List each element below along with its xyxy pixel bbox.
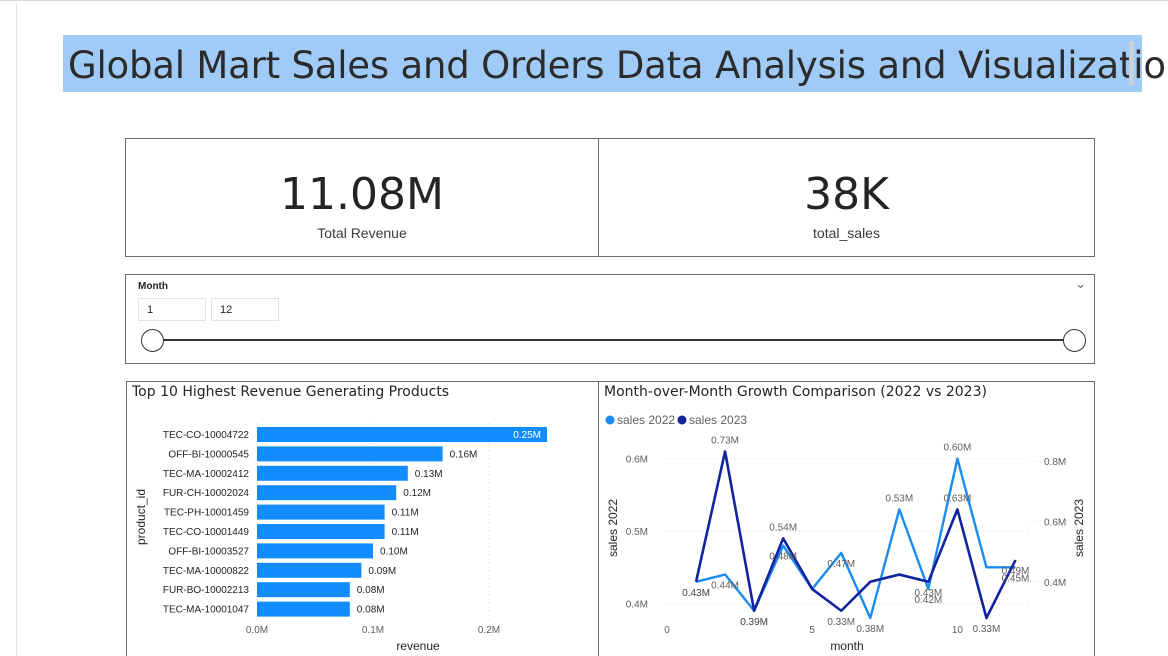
month-slicer[interactable]: Month ⌄ 1 12: [125, 274, 1095, 364]
bar: [257, 485, 397, 501]
data-label: 0.10M: [380, 546, 408, 557]
bar: [257, 562, 362, 578]
data-label: 0.60M: [944, 443, 972, 454]
chart-title: Top 10 Highest Revenue Generating Produc…: [132, 384, 450, 400]
chart-title: Month-over-Month Growth Comparison (2022…: [604, 384, 987, 400]
bar-chart-svg: 0.0M 0.1M 0.2M TEC-CO-10004722 0.25M OFF-BI-1…: [134, 423, 547, 653]
top-products-chart[interactable]: Top 10 Highest Revenue Generating Produc…: [126, 381, 599, 656]
bar: [257, 582, 350, 598]
legend-marker: [605, 415, 615, 425]
bar: [257, 427, 547, 442]
data-label: 0.48M: [769, 552, 797, 563]
data-label: 0.53M: [885, 493, 913, 504]
slider-track[interactable]: [162, 339, 1076, 341]
y-right-tick-label: 0.6M: [1044, 517, 1066, 528]
y-left-tick-label: 0.4M: [626, 600, 648, 611]
canvas-left-border: [16, 3, 17, 656]
x-tick-label: 0.0M: [246, 625, 268, 636]
legend-label: sales 2022: [617, 413, 675, 427]
text-cursor: [1129, 41, 1134, 85]
data-label: 0.39M: [740, 617, 768, 628]
x-tick-label: 10: [952, 625, 964, 636]
y-right-axis-label: sales 2023: [1072, 499, 1086, 557]
total-revenue-card[interactable]: 11.08M Total Revenue: [125, 138, 599, 257]
data-label: 0.63M: [944, 493, 972, 504]
bar: [257, 465, 408, 481]
data-label: 0.12M: [403, 488, 431, 499]
chevron-down-icon[interactable]: ⌄: [1075, 277, 1086, 292]
y-tick-label: FUR-BO-10002213: [163, 585, 250, 596]
bar: [257, 524, 385, 539]
data-label: 0.43M: [914, 588, 942, 599]
x-tick-label: 0.2M: [478, 625, 500, 636]
data-label: 0.11M: [392, 527, 419, 538]
total-sales-label: total_sales: [813, 225, 880, 241]
y-right-tick-label: 0.4M: [1044, 578, 1066, 589]
window-top-border: [0, 0, 1168, 3]
y-axis-label: product_id: [134, 489, 148, 545]
y-tick-label: OFF-BI-10000545: [168, 449, 249, 460]
x-axis-label: revenue: [396, 639, 440, 653]
bar: [257, 446, 443, 462]
page-title: Global Mart Sales and Orders Data Analys…: [68, 44, 1168, 87]
x-tick-label: 0.1M: [362, 625, 384, 636]
y-tick-label: TEC-MA-10000822: [163, 566, 250, 577]
data-label: 0.11M: [392, 508, 419, 519]
slicer-title: Month: [138, 281, 168, 292]
y-tick-label: OFF-BI-10003527: [168, 546, 249, 557]
total-revenue-label: Total Revenue: [317, 225, 407, 241]
total-sales-value: 38K: [804, 169, 889, 220]
data-label: 0.09M: [368, 566, 396, 577]
bar: [257, 601, 350, 617]
x-tick-label: 0: [664, 625, 670, 636]
y-left-axis-label: sales 2022: [606, 499, 620, 557]
slider-handle-start[interactable]: [141, 329, 164, 352]
legend-marker: [677, 415, 687, 425]
data-label: 0.49M: [1002, 566, 1030, 577]
data-label: 0.16M: [450, 449, 478, 460]
bar: [257, 543, 373, 559]
series-line: [695, 457, 1016, 620]
y-tick-label: TEC-MA-10001047: [163, 605, 250, 616]
growth-comparison-chart[interactable]: Month-over-Month Growth Comparison (2022…: [598, 381, 1095, 656]
data-label: 0.33M: [973, 624, 1001, 635]
x-axis-label: month: [830, 639, 863, 653]
data-label: 0.13M: [415, 469, 443, 480]
data-label: 0.08M: [357, 605, 385, 616]
y-right-tick-label: 0.8M: [1044, 457, 1066, 468]
y-tick-label: TEC-MA-10002412: [163, 469, 250, 480]
bar: [257, 504, 385, 520]
data-label: 0.44M: [711, 581, 739, 592]
data-label: 0.38M: [856, 624, 884, 635]
data-label: 0.25M: [513, 430, 541, 441]
data-label: 0.33M: [827, 617, 855, 628]
series-line: [694, 450, 1017, 620]
data-label: 0.54M: [769, 522, 797, 533]
y-tick-label: TEC-CO-10004722: [163, 430, 250, 441]
line-chart-svg: sales 2022 sales 2023 0.4M 0.5M 0.6M 0.4M 0.6M…: [605, 413, 1086, 653]
y-left-tick-label: 0.5M: [626, 527, 648, 538]
x-tick-label: 5: [809, 625, 815, 636]
y-left-tick-label: 0.6M: [626, 455, 648, 466]
legend-label: sales 2023: [689, 413, 747, 427]
data-label: 0.08M: [357, 585, 385, 596]
data-label: 0.43M: [682, 588, 710, 599]
total-sales-card[interactable]: 38K total_sales: [598, 138, 1095, 257]
data-label: 0.73M: [711, 435, 739, 446]
data-label: 0.47M: [827, 559, 855, 570]
total-revenue-value: 11.08M: [280, 169, 444, 220]
title-textbox[interactable]: Global Mart Sales and Orders Data Analys…: [63, 35, 1168, 92]
y-tick-label: FUR-CH-10002024: [163, 488, 250, 499]
slider-handle-end[interactable]: [1063, 329, 1086, 352]
y-tick-label: TEC-CO-10001449: [163, 527, 250, 538]
month-end-input[interactable]: 12: [211, 298, 279, 321]
month-start-input[interactable]: 1: [138, 298, 206, 321]
y-tick-label: TEC-PH-10001459: [164, 508, 249, 519]
